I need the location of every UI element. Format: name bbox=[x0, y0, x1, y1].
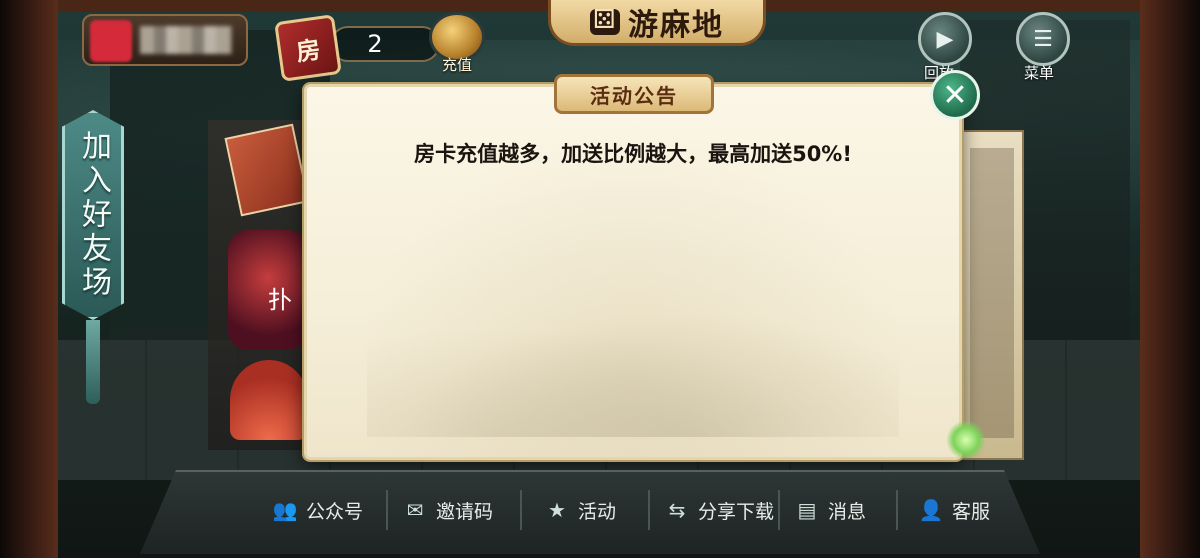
join-friends-room-label: 加入好友场 bbox=[76, 130, 111, 300]
recharge-button[interactable]: 充值 bbox=[426, 12, 488, 78]
invite-icon: ✉ bbox=[406, 498, 424, 522]
poker-mode-label: 扑 bbox=[268, 286, 292, 314]
nav-activities-label: 活动 bbox=[578, 500, 617, 523]
player-name-redacted bbox=[140, 26, 232, 54]
nav-official-account-label: 公众号 bbox=[306, 500, 364, 523]
nav-invite-code[interactable]: ✉ 邀请码 bbox=[402, 488, 493, 532]
player-profile[interactable] bbox=[82, 14, 248, 66]
nav-divider bbox=[520, 490, 522, 530]
room-card-icon: 房 bbox=[274, 14, 342, 82]
nav-customer-service-label: 客服 bbox=[952, 500, 991, 523]
people-icon: 👥 bbox=[272, 498, 298, 522]
lotus-glow-decoration bbox=[946, 420, 986, 460]
announcement-title: 活动公告 bbox=[554, 74, 714, 114]
room-card-count: 2 bbox=[330, 26, 440, 62]
avatar bbox=[90, 20, 132, 62]
side-scroll-inner bbox=[970, 148, 1014, 438]
play-icon: ▶ bbox=[936, 26, 954, 52]
nav-share-download-label: 分享下载 bbox=[698, 500, 775, 523]
menu-label: 菜单 bbox=[1024, 64, 1055, 82]
join-friends-room-button[interactable]: 加入好友场 bbox=[62, 110, 124, 320]
message-icon: ▤ bbox=[797, 498, 817, 522]
tassel-decoration bbox=[86, 320, 100, 404]
fan-mode-icon[interactable] bbox=[230, 360, 308, 440]
nav-share-download[interactable]: ⇆ 分享下载 bbox=[664, 488, 774, 532]
nav-divider bbox=[778, 490, 780, 530]
nav-divider bbox=[896, 490, 898, 530]
wood-frame-left bbox=[0, 0, 58, 558]
wood-frame-right bbox=[1140, 0, 1200, 558]
game-lobby: 2 房 充值 游麻地 ▶ 回放 ☰ 菜单 加入好友场 扑 活动公告 房卡充值越多… bbox=[0, 0, 1200, 558]
logo-text: 游麻地 bbox=[628, 7, 724, 43]
star-book-icon: ★ bbox=[548, 498, 566, 522]
announcement-message: 房卡充值越多，加送比例越大，最高加送50%! bbox=[414, 142, 852, 166]
replay-button[interactable]: ▶ bbox=[918, 12, 972, 66]
recharge-label: 充值 bbox=[441, 56, 472, 74]
nav-invite-code-label: 邀请码 bbox=[436, 500, 494, 523]
room-card-count-value: 2 bbox=[367, 30, 383, 58]
nav-divider bbox=[386, 490, 388, 530]
close-icon: ✕ bbox=[942, 77, 968, 113]
nav-messages-label: 消息 bbox=[828, 500, 867, 523]
side-scroll-panel bbox=[958, 130, 1024, 460]
room-card-label: 房 bbox=[294, 33, 323, 67]
nav-divider bbox=[648, 490, 650, 530]
nav-activities[interactable]: ★ 活动 bbox=[544, 488, 616, 532]
close-button[interactable]: ✕ bbox=[930, 70, 980, 120]
nav-official-account[interactable]: 👥 公众号 bbox=[272, 488, 363, 532]
support-icon: 👤 bbox=[918, 498, 944, 522]
menu-button[interactable]: ☰ bbox=[1016, 12, 1070, 66]
menu-icon: ☰ bbox=[1033, 26, 1053, 52]
announcement-title-text: 活动公告 bbox=[590, 83, 678, 108]
game-logo: 游麻地 bbox=[548, 0, 766, 46]
share-icon: ⇆ bbox=[668, 498, 686, 522]
landscape-watermark bbox=[367, 297, 899, 437]
hall-book-icon[interactable] bbox=[224, 123, 310, 217]
dice-icon bbox=[590, 5, 620, 35]
hall-entrances: 扑 bbox=[208, 120, 310, 450]
nav-messages[interactable]: ▤ 消息 bbox=[794, 488, 866, 532]
nav-customer-service[interactable]: 👤 客服 bbox=[918, 488, 990, 532]
